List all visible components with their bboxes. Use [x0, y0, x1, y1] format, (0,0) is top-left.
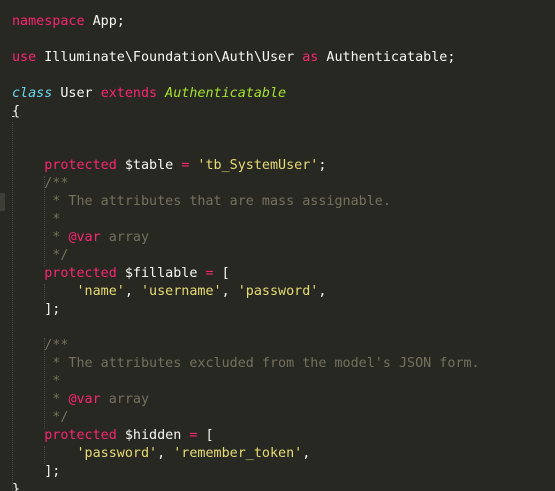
hidden-variable: $hidden [116, 428, 190, 443]
code-line-namespace[interactable]: namespace App; [12, 13, 125, 31]
code-line-fillable-close[interactable]: ]; [12, 301, 60, 319]
code-line-doc-var[interactable]: * @var array [12, 391, 149, 409]
alias-name: Authenticatable; [318, 50, 456, 65]
table-variable: $table [116, 158, 182, 173]
keyword-protected: protected [44, 266, 117, 281]
code-line-hidden[interactable]: protected $hidden = [ [12, 427, 214, 445]
code-line-open-brace[interactable]: { [12, 103, 20, 121]
code-line-doc-text[interactable]: * The attributes that are mass assignabl… [12, 193, 391, 211]
code-line-class[interactable]: class User extends Authenticatable [12, 85, 286, 103]
comma: , [157, 446, 166, 461]
open-brace: { [12, 104, 21, 119]
doc-comment-var-prefix: * [44, 392, 69, 407]
doc-var-type: array [100, 392, 150, 407]
array-close: ]; [44, 302, 61, 317]
doc-comment-text: * The attributes excluded from the model… [44, 356, 480, 371]
code-line-hidden-items[interactable]: 'password', 'remember_token', [12, 445, 311, 463]
doc-comment-open: /** [44, 176, 69, 191]
fillable-variable: $fillable [116, 266, 206, 281]
keyword-protected: protected [44, 158, 117, 173]
code-line-use[interactable]: use Illuminate\Foundation\Auth\User as A… [12, 49, 455, 67]
fillable-item-string: 'name' [76, 284, 125, 299]
comma: , [302, 446, 311, 461]
doc-comment-star: * [44, 212, 61, 227]
code-line-fillable-items[interactable]: 'name', 'username', 'password', [12, 283, 327, 301]
code-line-doc-open[interactable]: /** [12, 175, 68, 193]
keyword-protected: protected [44, 428, 117, 443]
doc-comment-close: */ [44, 248, 69, 263]
comma: , [221, 284, 230, 299]
doc-comment-star: * [44, 374, 61, 389]
array-close: ]; [44, 464, 61, 479]
comma: , [318, 284, 327, 299]
doc-var-type: array [100, 230, 150, 245]
keyword-class: class [12, 86, 53, 101]
keyword-as: as [302, 50, 319, 65]
code-line-close-brace[interactable]: } [12, 481, 20, 491]
doc-comment-var-prefix: * [44, 230, 69, 245]
table-value-string: 'tb_SystemUser' [189, 158, 319, 173]
code-editor[interactable]: namespace App; use Illuminate\Foundation… [0, 0, 555, 491]
code-line-doc-close[interactable]: */ [12, 409, 68, 427]
code-line-fillable[interactable]: protected $fillable = [ [12, 265, 230, 283]
code-line-doc-close[interactable]: */ [12, 247, 68, 265]
array-open: [ [213, 266, 230, 281]
keyword-use: use [12, 50, 37, 65]
doc-tag-var: @var [68, 392, 101, 407]
namespace-name: App; [84, 14, 125, 29]
close-brace: } [12, 482, 21, 491]
code-line-doc-star[interactable]: * [12, 211, 60, 229]
gutter-line-marker [0, 193, 5, 211]
operator-equals: = [205, 266, 214, 281]
array-open: [ [197, 428, 214, 443]
code-line-hidden-close[interactable]: ]; [12, 463, 60, 481]
code-line-doc-open[interactable]: /** [12, 337, 68, 355]
fillable-item-string: 'username' [141, 284, 222, 299]
hidden-item-string: 'remember_token' [173, 446, 303, 461]
fillable-item-string: 'password' [237, 284, 319, 299]
keyword-extends: extends [100, 86, 158, 101]
hidden-item-string: 'password' [76, 446, 158, 461]
semicolon: ; [318, 158, 327, 173]
use-path: Illuminate\Foundation\Auth\User [36, 50, 303, 65]
code-line-doc-star[interactable]: * [12, 373, 60, 391]
code-line-doc-text[interactable]: * The attributes excluded from the model… [12, 355, 480, 373]
keyword-namespace: namespace [12, 14, 85, 29]
doc-tag-var: @var [68, 230, 101, 245]
doc-comment-text: * The attributes that are mass assignabl… [44, 194, 391, 209]
parent-class-name: Authenticatable [157, 86, 287, 101]
comma: , [124, 284, 133, 299]
code-line-doc-var[interactable]: * @var array [12, 229, 149, 247]
code-line-table[interactable]: protected $table = 'tb_SystemUser'; [12, 157, 326, 175]
class-name: User [52, 86, 101, 101]
doc-comment-close: */ [44, 410, 69, 425]
doc-comment-open: /** [44, 338, 69, 353]
